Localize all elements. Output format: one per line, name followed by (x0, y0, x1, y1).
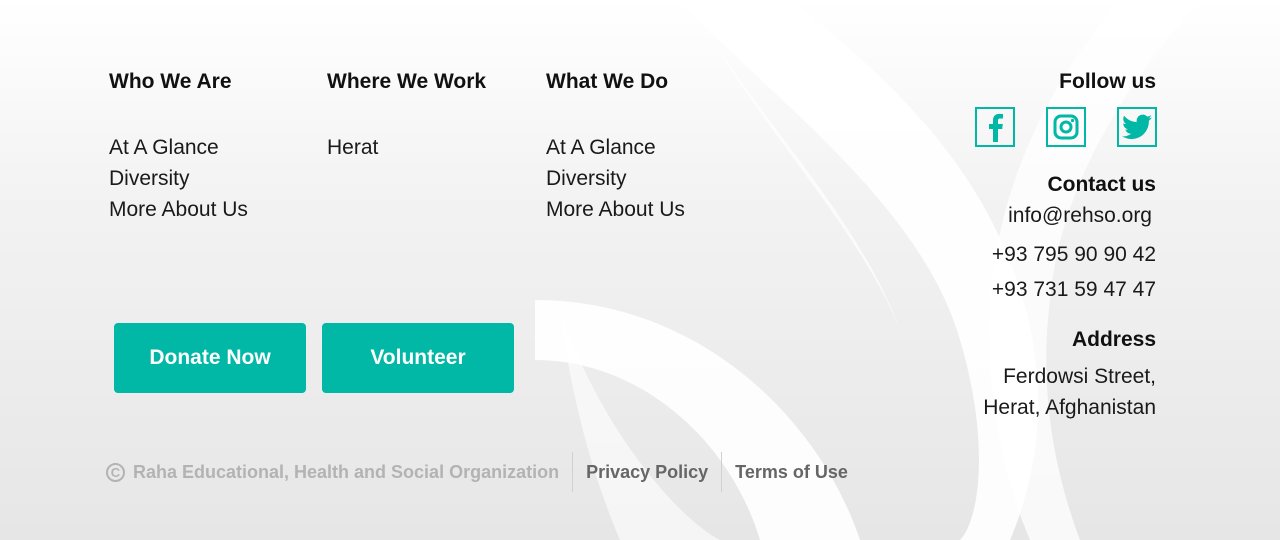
link-more-about-us[interactable]: More About Us (109, 194, 248, 225)
column-title: Where We Work (327, 70, 487, 93)
link-at-a-glance[interactable]: At A Glance (109, 132, 248, 163)
copyright-icon: C (106, 462, 125, 482)
terms-of-use-link[interactable]: Terms of Use (722, 462, 861, 483)
footer: Who We Are At A Glance Diversity More Ab… (0, 0, 1280, 540)
column-title: Who We Are (109, 70, 232, 93)
facebook-icon[interactable] (975, 107, 1015, 147)
link-herat[interactable]: Herat (327, 132, 486, 163)
donate-now-button[interactable]: Donate Now (114, 323, 306, 393)
nav-column-who-we-are: Who We Are At A Glance Diversity More Ab… (109, 70, 248, 225)
nav-column-where-we-work: Where We Work Herat (327, 70, 486, 163)
org-name: Raha Educational, Health and Social Orga… (133, 461, 560, 482)
copyright: C Raha Educational, Health and Social Or… (106, 462, 572, 483)
volunteer-button[interactable]: Volunteer (322, 323, 514, 393)
social-links (975, 107, 1157, 147)
column-title: What We Do (546, 70, 669, 93)
follow-us-title: Follow us (1059, 70, 1156, 93)
phone-2[interactable]: +93 731 59 47 47 (992, 278, 1156, 302)
link-diversity[interactable]: Diversity (109, 163, 248, 194)
link-diversity[interactable]: Diversity (546, 163, 685, 194)
twitter-icon[interactable] (1117, 107, 1157, 147)
email-link[interactable]: info@rehso.org (1008, 204, 1152, 228)
contact-us-title: Contact us (1047, 173, 1156, 196)
privacy-policy-link[interactable]: Privacy Policy (573, 462, 721, 483)
phone-1[interactable]: +93 795 90 90 42 (992, 243, 1156, 267)
address-line-2: Herat, Afghanistan (983, 396, 1156, 419)
nav-column-what-we-do: What We Do At A Glance Diversity More Ab… (546, 70, 685, 225)
address-title: Address (1071, 328, 1156, 351)
instagram-icon[interactable] (1046, 107, 1086, 147)
address-line-1: Ferdowsi Street, (1003, 365, 1156, 388)
link-more-about-us[interactable]: More About Us (546, 194, 685, 225)
link-at-a-glance[interactable]: At A Glance (546, 132, 685, 163)
footer-bottom-bar: C Raha Educational, Health and Social Or… (106, 452, 861, 492)
